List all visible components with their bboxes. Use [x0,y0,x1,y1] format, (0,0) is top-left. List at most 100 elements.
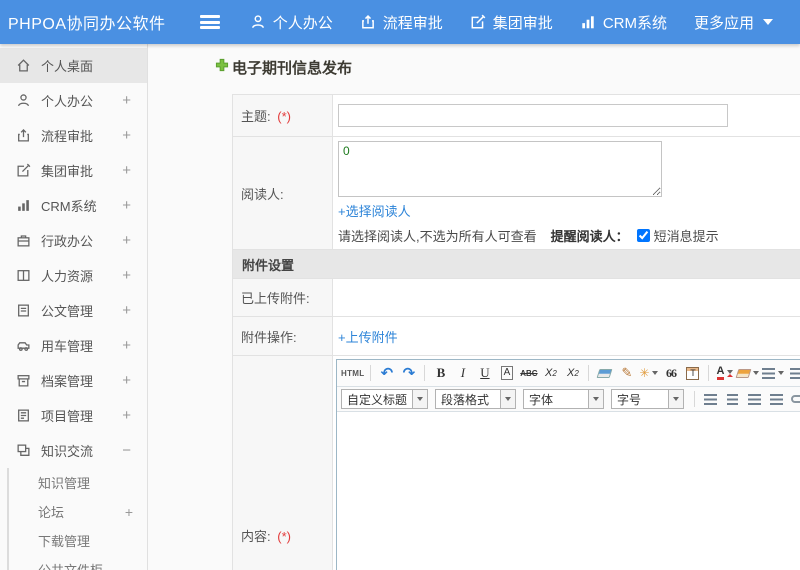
person-icon [250,14,266,30]
expand-toggle[interactable]: + [122,337,131,354]
expand-toggle[interactable]: + [122,127,131,144]
char-border-button[interactable]: A [497,364,516,383]
sidebar-item-workflow-approval[interactable]: 流程审批 + [0,118,147,153]
sidebar-item-vehicle-mgmt[interactable]: 用车管理 + [0,328,147,363]
sidebar-item-archive-mgmt[interactable]: 档案管理 + [0,363,147,398]
collapse-toggle[interactable]: − [122,442,131,459]
content-label-cell: 内容: (*) [232,355,333,570]
readers-textarea[interactable]: 0 [338,141,662,197]
blockquote-button[interactable]: 66 [661,364,680,383]
expand-toggle[interactable]: + [122,197,131,214]
caret-down-icon [753,371,760,375]
auto-typeset-button[interactable]: ✳ [639,364,659,383]
insert-link-button[interactable] [789,390,800,409]
expand-toggle[interactable]: + [122,267,131,284]
attachment-section-header: 附件设置 [232,249,800,279]
menu-toggle-icon[interactable] [200,15,220,29]
caret-down-icon [588,390,604,408]
choose-readers-link[interactable]: +选择阅读人 [338,204,411,219]
align-left-icon [704,393,718,405]
uploaded-label-cell: 已上传附件: [232,278,333,317]
font-color-button[interactable]: A [715,364,734,383]
align-center-button[interactable] [723,390,742,409]
justify-button[interactable] [767,390,786,409]
font-size-select[interactable]: 字号 [611,389,685,409]
undo-button[interactable]: ↶ [377,364,396,383]
sidebar-subitem-knowledge-mgmt[interactable]: 知识管理 [9,468,147,497]
nav-crm-system[interactable]: CRM系统 [580,12,667,33]
sidebar-item-hr[interactable]: 人力资源 + [0,258,147,293]
upload-attachment-link[interactable]: +上传附件 [338,330,398,345]
sidebar-item-crm[interactable]: CRM系统 + [0,188,147,223]
sidebar-item-group-approval[interactable]: 集团审批 + [0,153,147,188]
sms-notify-checkbox[interactable] [636,229,650,242]
readers-hint: 请选择阅读人,不选为所有人可查看 [338,229,537,244]
edit-icon [470,14,486,30]
book-icon [16,268,31,283]
attachment-ops-label-cell: 附件操作: [232,316,333,356]
underline-button[interactable]: U [475,364,494,383]
align-right-icon [748,393,762,405]
sidebar-item-knowledge-exchange[interactable]: 知识交流 − [0,433,147,468]
sidebar-subitem-forum[interactable]: 论坛 + [9,497,147,526]
editor-content-area[interactable] [337,412,800,570]
superscript-button[interactable]: X2 [541,364,560,383]
expand-toggle[interactable]: + [122,407,131,424]
html-source-button[interactable]: HTML [341,364,364,383]
chat-icon [16,443,31,458]
eraser-icon [596,368,613,378]
bold-button[interactable]: B [431,364,450,383]
sms-notify-label: 短消息提示 [653,229,719,244]
custom-title-select[interactable]: 自定义标题 [341,389,429,409]
align-center-icon [727,393,739,405]
font-family-select[interactable]: 字体 [523,389,605,409]
subscript-button[interactable]: X2 [563,364,582,383]
unordered-list-icon [790,367,800,379]
expand-toggle[interactable]: + [125,504,133,520]
subject-row: 主题: (*) [232,94,800,137]
bar-chart-icon [16,198,31,213]
strikethrough-button[interactable]: ABC [519,364,538,383]
caret-down-icon [763,19,773,25]
redo-button[interactable]: ↷ [399,364,418,383]
caret-down-icon [778,371,785,375]
remove-format-button[interactable] [595,364,614,383]
subject-input[interactable] [338,104,728,127]
align-left-button[interactable] [701,390,720,409]
nav-workflow-approval[interactable]: 流程审批 [360,12,443,33]
highlight-color-button[interactable] [736,364,760,383]
expand-toggle[interactable]: + [122,92,131,109]
readers-label-cell: 阅读人: [232,136,333,250]
caret-down-icon [652,371,659,375]
sidebar-subitem-download-mgmt[interactable]: 下载管理 [9,526,147,555]
sidebar-item-project-mgmt[interactable]: 项目管理 + [0,398,147,433]
app-logo: PHPOA协同办公软件 [8,16,166,33]
expand-toggle[interactable]: + [122,372,131,389]
page-title: 电子期刊信息发布 [215,57,800,78]
caret-down-icon [412,390,428,408]
ordered-list-button[interactable] [762,364,785,383]
sidebar-item-doc-mgmt[interactable]: 公文管理 + [0,293,147,328]
sidebar-item-personal-office[interactable]: 个人办公 + [0,83,147,118]
publish-form: 主题: (*) 阅读人: 0 +选择阅读人 请选择阅读人,不选为所有人可查看 提… [232,94,800,570]
expand-toggle[interactable]: + [122,232,131,249]
expand-toggle[interactable]: + [122,302,131,319]
sidebar-item-personal-desktop[interactable]: 个人桌面 [0,48,147,83]
sidebar-item-admin-office[interactable]: 行政办公 + [0,223,147,258]
format-painter-button[interactable]: ✎ [617,364,636,383]
expand-toggle[interactable]: + [122,162,131,179]
nav-group-approval[interactable]: 集团审批 [470,12,553,33]
remind-readers-label: 提醒阅读人： [550,229,629,244]
italic-button[interactable]: I [453,364,472,383]
marker-icon [736,368,752,378]
bar-chart-icon [580,14,596,30]
align-right-button[interactable] [745,390,764,409]
sidebar-subitem-public-cabinet[interactable]: 公共文件柜 [9,555,147,570]
insert-date-button[interactable]: T [683,364,702,383]
nav-more-apps[interactable]: 更多应用 [694,12,773,33]
unordered-list-button[interactable] [787,364,800,383]
nav-personal-office[interactable]: 个人办公 [250,12,333,33]
sidebar-subnav-knowledge: 知识管理 论坛 + 下载管理 公共文件柜 [7,468,147,570]
attachment-section-row: 附件设置 [232,249,800,279]
paragraph-format-select[interactable]: 段落格式 [435,389,517,409]
